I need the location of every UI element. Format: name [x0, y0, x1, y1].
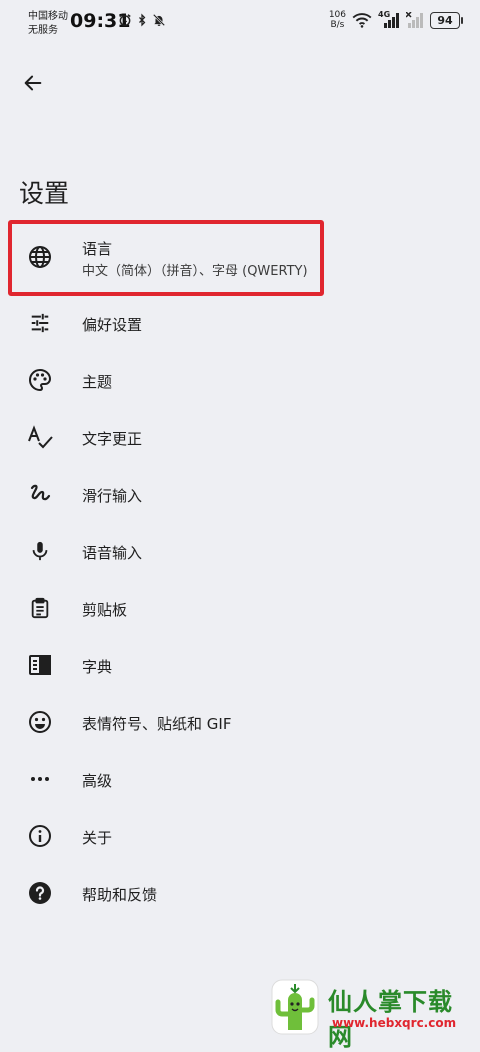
settings-item-label: 偏好设置	[82, 316, 143, 334]
network-speed-unit: B/s	[330, 20, 345, 30]
signal-bars-icon	[384, 13, 399, 28]
settings-item-text-correction[interactable]: 文字更正	[0, 409, 480, 466]
arrow-back-icon	[24, 75, 42, 91]
carrier-status: 无服务	[28, 25, 58, 36]
status-icons-right: 106 B/s 4G 94	[329, 10, 463, 30]
network-speed: 106 B/s	[329, 10, 346, 30]
wifi-icon	[352, 13, 372, 28]
settings-item-emoji[interactable]: 表情符号、贴纸和 GIF	[0, 694, 480, 751]
settings-item-label: 语音输入	[82, 544, 143, 562]
watermark-url: www.hebxqrc.com	[332, 1016, 457, 1030]
status-bar: 中国移动 无服务 09:31 106 B/s 4G 94	[0, 0, 480, 44]
settings-item-label: 剪贴板	[82, 601, 128, 619]
clipboard-icon	[26, 594, 54, 622]
settings-item-preferences[interactable]: 偏好设置	[0, 295, 480, 352]
microphone-icon	[26, 537, 54, 565]
dictionary-icon	[26, 651, 54, 679]
settings-item-label: 关于	[82, 829, 113, 847]
palette-icon	[26, 366, 54, 394]
settings-item-glide-typing[interactable]: 滑行输入	[0, 466, 480, 523]
status-icons-left	[118, 13, 166, 27]
emoji-icon	[26, 708, 54, 736]
settings-item-advanced[interactable]: 高级	[0, 751, 480, 808]
settings-item-label: 高级	[82, 772, 113, 790]
watermark: 仙人掌下载网 www.hebxqrc.com	[270, 978, 474, 1051]
settings-item-label: 主题	[82, 373, 113, 391]
page-title: 设置	[19, 179, 70, 208]
cactus-logo	[271, 979, 319, 1035]
settings-item-label: 字典	[82, 658, 113, 676]
settings-item-about[interactable]: 关于	[0, 808, 480, 865]
settings-item-voice-input[interactable]: 语音输入	[0, 523, 480, 580]
highlight-box	[8, 220, 324, 296]
back-button[interactable]	[16, 66, 50, 100]
settings-item-label: 帮助和反馈	[82, 886, 158, 904]
settings-item-help[interactable]: 帮助和反馈	[0, 865, 480, 922]
settings-item-clipboard[interactable]: 剪贴板	[0, 580, 480, 637]
spellcheck-icon	[26, 423, 54, 451]
cell-signal-4g: 4G	[378, 10, 400, 28]
help-icon	[26, 879, 54, 907]
settings-item-dictionary[interactable]: 字典	[0, 637, 480, 694]
more-horizontal-icon	[26, 765, 54, 793]
mute-bell-icon	[152, 13, 166, 27]
settings-item-label: 表情符号、贴纸和 GIF	[82, 715, 232, 733]
info-icon	[26, 822, 54, 850]
alarm-icon	[119, 14, 131, 26]
no-signal-icon	[406, 12, 423, 28]
carrier-name: 中国移动	[28, 11, 68, 22]
settings-item-label: 文字更正	[82, 430, 143, 448]
settings-item-label: 滑行输入	[82, 487, 143, 505]
tune-icon	[26, 309, 54, 337]
carrier-info: 中国移动 无服务	[28, 10, 68, 38]
gesture-icon	[26, 480, 54, 508]
settings-item-theme[interactable]: 主题	[0, 352, 480, 409]
network-speed-value: 106	[328, 10, 346, 20]
battery-indicator: 94	[430, 11, 463, 29]
bluetooth-icon	[139, 13, 146, 27]
